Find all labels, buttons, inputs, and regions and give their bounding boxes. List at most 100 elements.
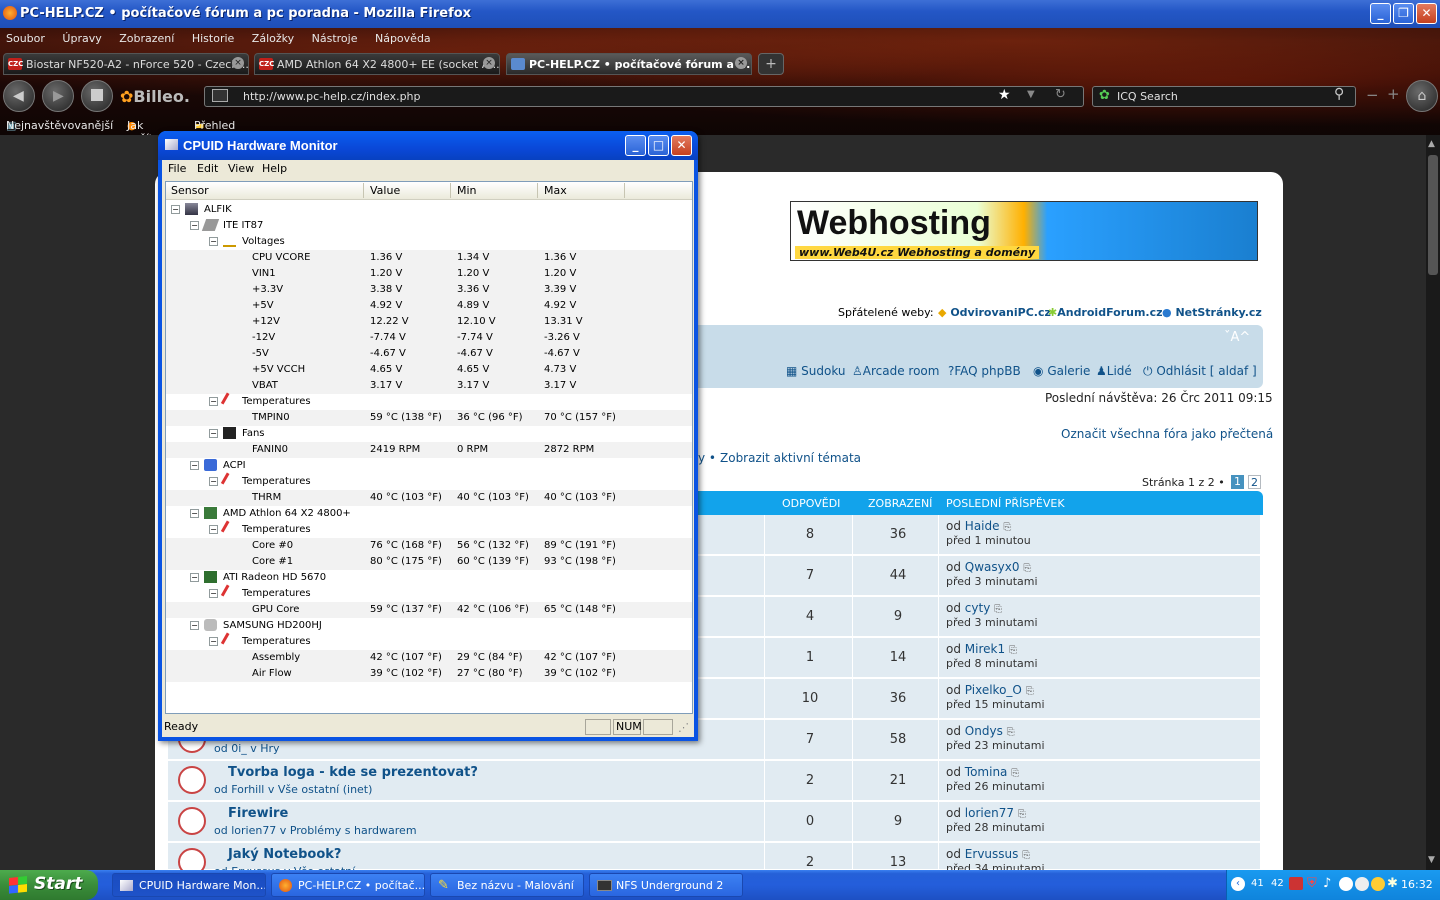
sensor-row[interactable]: − Voltages — [166, 234, 692, 250]
topic-row[interactable]: Firewire od lorien77 v Problémy s hardwar… — [168, 802, 1260, 842]
menu-help[interactable]: Help — [262, 162, 287, 175]
collapse-toggle[interactable]: − — [190, 573, 199, 582]
sensor-row[interactable]: − Temperatures — [166, 472, 692, 490]
nav-arcade[interactable]: ♙Arcade room — [852, 364, 939, 378]
sensor-row[interactable]: +3.3V 3.38 V 3.36 V 3.39 V — [166, 282, 692, 298]
sensor-row[interactable]: − SAMSUNG HD200HJ — [166, 618, 692, 634]
sensor-row[interactable]: − AMD Athlon 64 X2 4800+ — [166, 506, 692, 522]
collapse-toggle[interactable]: − — [209, 477, 218, 486]
author-link[interactable]: cyty — [965, 601, 991, 615]
sensor-row[interactable]: Core #1 80 °C (175 °F) 60 °C (139 °F) 93 °C… — [166, 554, 692, 570]
new-tab-button[interactable]: + — [758, 53, 784, 75]
shield-icon[interactable]: ⛨ — [1307, 876, 1317, 891]
collapse-toggle[interactable]: − — [190, 621, 199, 630]
topic-row[interactable]: Tvorba loga - kde se prezentovat? od Forh… — [168, 761, 1260, 801]
nav-faq[interactable]: ?FAQ phpBB — [948, 364, 1021, 378]
sensor-row[interactable]: -5V -4.67 V -4.67 V -4.67 V — [166, 346, 692, 362]
hwmonitor-titlebar[interactable]: CPUID Hardware Monitor _ □ ✕ — [158, 131, 698, 160]
close-button[interactable]: ✕ — [1416, 3, 1437, 24]
nav-sudoku[interactable]: ▦ Sudoku — [786, 364, 846, 378]
resize-grip-icon[interactable]: ⋰ — [678, 721, 689, 734]
hwmonitor-maximize-button[interactable]: □ — [648, 135, 669, 156]
sensor-row[interactable]: Core #0 76 °C (168 °F) 56 °C (132 °F) 89 °C… — [166, 538, 692, 554]
menu-zobrazeni[interactable]: Zobrazení — [119, 32, 174, 45]
author-link[interactable]: Ondys — [965, 724, 1003, 738]
collapse-toggle[interactable]: − — [171, 205, 180, 214]
tab-close-icon[interactable]: × — [735, 57, 747, 69]
author-link[interactable]: Qwasyx0 — [965, 560, 1020, 574]
sensor-row[interactable]: − ALFIK — [166, 202, 692, 218]
search-input[interactable]: ICQ Search — [1092, 86, 1356, 107]
billeo-addon[interactable]: ✿Billeo. — [120, 87, 190, 106]
topic-title[interactable]: Jaký Notebook? — [228, 847, 341, 862]
zoom-in-icon[interactable]: + — [1387, 85, 1400, 103]
sensor-row[interactable]: − Temperatures — [166, 520, 692, 538]
collapse-toggle[interactable]: − — [209, 525, 218, 534]
collapse-toggle[interactable]: − — [209, 589, 218, 598]
author-link[interactable]: Pixelko_O — [965, 683, 1022, 697]
sensor-row[interactable]: − Fans — [166, 426, 692, 442]
friendly-site-link[interactable]: ✱AndroidForum.cz — [1048, 306, 1163, 319]
tray-app-icon[interactable] — [1355, 877, 1369, 891]
sensor-row[interactable]: − Temperatures — [166, 392, 692, 410]
menu-soubor[interactable]: Soubor — [6, 32, 45, 45]
bookmark-star-icon[interactable]: ★ — [998, 87, 1011, 103]
collapse-toggle[interactable]: − — [209, 429, 218, 438]
sensor-row[interactable]: − Temperatures — [166, 632, 692, 650]
sensor-tree[interactable]: Sensor Value Min Max − ALFIK − ITE IT87− Vol… — [165, 181, 693, 714]
start-button[interactable]: Start — [0, 870, 98, 900]
sensor-row[interactable]: − ACPI — [166, 458, 692, 474]
sensor-row[interactable]: FANIN0 2419 RPM 0 RPM 2872 RPM — [166, 442, 692, 458]
view-latest-icon[interactable]: ⎘ — [1007, 727, 1015, 738]
collapse-toggle[interactable]: − — [190, 509, 199, 518]
stop-button[interactable] — [81, 80, 113, 112]
menu-zalozky[interactable]: Záložky — [252, 32, 294, 45]
back-button[interactable]: ◀ — [3, 80, 35, 112]
nav-logout[interactable]: ⏻ Odhlásit [ aldaf ] — [1143, 364, 1257, 379]
nav-gallery[interactable]: ◉ Galerie — [1033, 364, 1090, 378]
tab-close-icon[interactable]: × — [232, 57, 244, 69]
menu-upravy[interactable]: Úpravy — [62, 32, 101, 45]
hwmonitor-minimize-button[interactable]: _ — [625, 135, 646, 156]
browser-tab[interactable]: CZC Biostar NF520-A2 - nForce 520 - Czec… — [3, 53, 249, 75]
page-1-button[interactable]: 1 — [1231, 475, 1244, 489]
url-input[interactable]: http://www.pc-help.cz/index.php — [204, 86, 1084, 107]
collapse-toggle[interactable]: − — [209, 637, 218, 646]
tray-app-icon[interactable] — [1339, 877, 1353, 891]
zoom-out-icon[interactable]: − — [1366, 86, 1379, 104]
view-latest-icon[interactable]: ⎘ — [1022, 850, 1030, 861]
menu-edit[interactable]: Edit — [197, 162, 218, 175]
sensor-row[interactable]: +5V VCCH 4.65 V 4.65 V 4.73 V — [166, 362, 692, 378]
sensor-row[interactable]: +12V 12.22 V 12.10 V 13.31 V — [166, 314, 692, 330]
view-latest-icon[interactable]: ⎘ — [1011, 768, 1019, 779]
hwmonitor-window[interactable]: CPUID Hardware Monitor _ □ ✕ File Edit V… — [158, 131, 698, 741]
collapse-toggle[interactable]: − — [190, 221, 199, 230]
menu-napoveda[interactable]: Nápověda — [375, 32, 431, 45]
topic-row[interactable]: Jaký Notebook?od Ervussus v Vše ostatní2… — [168, 843, 1260, 883]
view-latest-icon[interactable]: ⎘ — [1018, 809, 1026, 820]
author-link[interactable]: lorien77 — [965, 806, 1014, 820]
tray-temp-1[interactable]: 41 — [1251, 878, 1264, 889]
page-scrollbar[interactable]: ▲ ▼ — [1426, 135, 1440, 870]
scroll-up-icon[interactable]: ▲ — [1428, 139, 1435, 149]
taskbar-item-nfs[interactable]: NFS Underground 2 — [589, 873, 743, 897]
col-value[interactable]: Value — [370, 184, 400, 197]
collapse-toggle[interactable]: − — [209, 237, 218, 246]
taskbar-item-firefox[interactable]: PC-HELP.CZ • počítač... — [271, 873, 425, 897]
volume-icon[interactable]: ♪ — [1323, 876, 1331, 891]
forward-button[interactable]: ▶ — [42, 80, 74, 112]
tray-temp-2[interactable]: 42 — [1271, 878, 1284, 889]
network-icon[interactable] — [1289, 877, 1303, 890]
author-link[interactable]: Tomina — [965, 765, 1008, 779]
scroll-thumb[interactable] — [1428, 155, 1438, 275]
taskbar-item-hwmonitor[interactable]: CPUID Hardware Mon... — [112, 873, 266, 897]
home-button[interactable]: ⌂ — [1406, 80, 1438, 112]
sensor-row[interactable]: CPU VCORE 1.36 V 1.34 V 1.36 V — [166, 250, 692, 266]
webhosting-banner[interactable]: Webhosting www.Web4U.cz Webhosting a dom… — [790, 201, 1258, 261]
browser-tab-active[interactable]: PC-HELP.CZ • počítačové fórum a ... × — [506, 53, 752, 75]
scroll-down-icon[interactable]: ▼ — [1428, 855, 1435, 865]
author-link[interactable]: Mirek1 — [965, 642, 1005, 656]
sensor-row[interactable]: − Temperatures — [166, 584, 692, 602]
sensor-row[interactable]: VBAT 3.17 V 3.17 V 3.17 V — [166, 378, 692, 394]
menu-view[interactable]: View — [228, 162, 254, 175]
